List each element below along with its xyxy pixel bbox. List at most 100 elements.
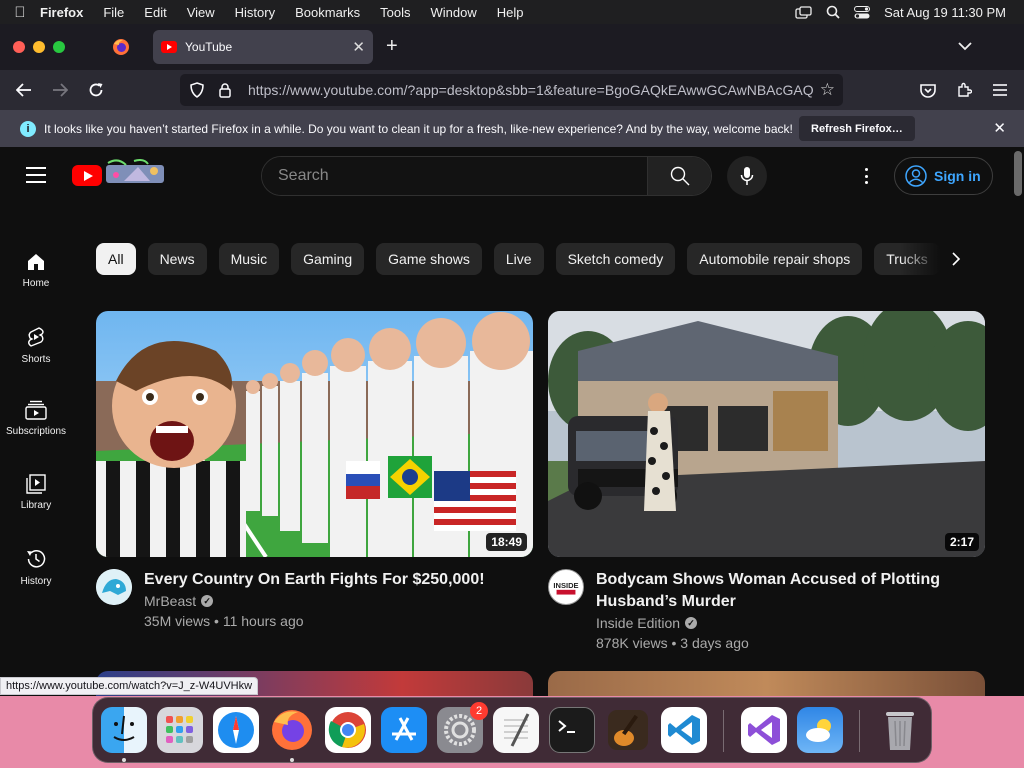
sidebar-item-label: Subscriptions	[5, 426, 67, 437]
window-controls	[0, 41, 65, 53]
video-metadata: 35M views • 11 hours ago	[144, 613, 304, 629]
firefox-dock-icon[interactable]	[269, 707, 315, 753]
apple-menu-icon[interactable]: 	[0, 4, 40, 21]
garageband-icon[interactable]	[605, 707, 651, 753]
chip-live[interactable]: Live	[493, 243, 544, 275]
chip-all[interactable]: All	[96, 243, 136, 275]
guide-menu-icon[interactable]	[26, 167, 46, 183]
menubar-clock[interactable]: Sat Aug 19 11:30 PM	[884, 5, 1006, 20]
zoom-window-button[interactable]	[53, 41, 65, 53]
video-thumbnail-partial[interactable]	[548, 671, 985, 696]
visual-studio-icon[interactable]	[741, 707, 787, 753]
control-center-icon[interactable]	[854, 5, 871, 19]
address-bar[interactable]: https://www.youtube.com/?app=desktop&sbb…	[180, 74, 843, 106]
video-title[interactable]: Bodycam Shows Woman Accused of Plotting …	[596, 569, 985, 613]
sidebar-item-label: History	[20, 576, 52, 587]
textedit-icon[interactable]	[493, 707, 539, 753]
sidebar-item-library[interactable]: Library	[0, 464, 72, 538]
youtube-favicon-icon	[161, 41, 177, 53]
tab-youtube[interactable]: YouTube ✕	[153, 30, 373, 64]
channel-avatar[interactable]	[96, 569, 132, 605]
sidebar-item-history[interactable]: History	[0, 538, 72, 612]
sidebar-item-home[interactable]: Home	[0, 242, 72, 316]
list-all-tabs-icon[interactable]	[958, 38, 972, 56]
url-text[interactable]: https://www.youtube.com/?app=desktop&sbb…	[248, 82, 818, 98]
channel-name-row[interactable]: MrBeast ✓	[144, 593, 533, 609]
sign-in-label: Sign in	[934, 168, 981, 184]
youtube-doodle-logo[interactable]	[104, 159, 168, 187]
chip-automobile-repair-shops[interactable]: Automobile repair shops	[687, 243, 863, 275]
menu-view[interactable]: View	[177, 5, 225, 20]
video-title[interactable]: Every Country On Earth Fights For $250,0…	[144, 569, 533, 591]
chip-gaming[interactable]: Gaming	[291, 243, 365, 275]
launchpad-icon[interactable]	[157, 707, 203, 753]
chip-music[interactable]: Music	[218, 243, 280, 275]
video-thumbnail[interactable]: 2:17	[548, 311, 985, 557]
terminal-icon[interactable]	[549, 707, 595, 753]
pocket-icon[interactable]	[918, 80, 938, 100]
menu-window[interactable]: Window	[421, 5, 487, 20]
notification-text: It looks like you haven’t started Firefo…	[44, 121, 793, 136]
chip-sketch-comedy[interactable]: Sketch comedy	[555, 243, 676, 275]
screen-mirroring-icon[interactable]	[795, 5, 812, 19]
sidebar-item-subscriptions[interactable]: Subscriptions	[0, 390, 72, 464]
firefox-window: YouTube ✕ + https://www.youtube.com/?app…	[0, 24, 1024, 696]
channel-name[interactable]: Inside Edition	[596, 615, 680, 631]
thumbnail-image	[548, 311, 985, 557]
weather-icon[interactable]	[797, 707, 843, 753]
menu-file[interactable]: File	[93, 5, 134, 20]
menu-bookmarks[interactable]: Bookmarks	[285, 5, 370, 20]
sign-in-button[interactable]: Sign in	[894, 157, 993, 195]
app-menu[interactable]: Firefox	[40, 5, 93, 20]
extensions-icon[interactable]	[954, 80, 974, 100]
back-button[interactable]	[14, 80, 34, 100]
safari-icon[interactable]	[213, 707, 259, 753]
chip-news[interactable]: News	[147, 243, 207, 275]
firefox-pinned-tab-icon[interactable]	[111, 37, 131, 57]
video-thumbnail[interactable]: 18:49	[96, 311, 533, 557]
video-card[interactable]: 2:17 INSIDE Bodycam Shows Woman Accused …	[548, 311, 985, 651]
refresh-firefox-button[interactable]: Refresh Firefox…	[799, 116, 915, 141]
search-button[interactable]	[647, 157, 711, 195]
channel-name[interactable]: MrBeast	[144, 593, 196, 609]
menu-help[interactable]: Help	[487, 5, 534, 20]
chip-game-shows[interactable]: Game shows	[376, 243, 482, 275]
video-card[interactable]: 18:49 Every Country On Earth Fights For …	[96, 311, 533, 629]
sidebar-item-shorts[interactable]: Shorts	[0, 316, 72, 390]
app-store-icon[interactable]	[381, 707, 427, 753]
trash-icon[interactable]	[877, 707, 923, 753]
video-views: 878K views	[596, 635, 668, 651]
close-window-button[interactable]	[13, 41, 25, 53]
search-input[interactable]	[262, 157, 647, 195]
minimize-window-button[interactable]	[33, 41, 45, 53]
voice-search-button[interactable]	[727, 156, 767, 196]
menu-history[interactable]: History	[225, 5, 285, 20]
chrome-icon[interactable]	[325, 707, 371, 753]
channel-avatar[interactable]: INSIDE	[548, 569, 584, 605]
close-tab-icon[interactable]: ✕	[352, 38, 365, 56]
lock-icon[interactable]	[214, 79, 236, 101]
new-tab-button[interactable]: +	[386, 36, 398, 56]
vscode-icon[interactable]	[661, 707, 707, 753]
app-menu-hamburger-icon[interactable]	[990, 80, 1010, 100]
tracking-protection-shield-icon[interactable]	[186, 79, 208, 101]
shorts-icon	[28, 327, 44, 347]
url-host: https://www.youtube.com	[248, 82, 404, 98]
youtube-logo-icon[interactable]	[72, 165, 102, 186]
system-settings-icon[interactable]: 2	[437, 702, 488, 753]
menu-edit[interactable]: Edit	[134, 5, 176, 20]
spotlight-icon[interactable]	[826, 5, 840, 19]
page-scrollbar[interactable]	[1014, 151, 1022, 196]
settings-more-icon[interactable]	[856, 166, 876, 186]
channel-name-row[interactable]: Inside Edition ✓	[596, 615, 985, 631]
forward-button[interactable]	[50, 80, 70, 100]
mrbeast-avatar-icon	[96, 569, 132, 605]
close-notification-icon[interactable]: ✕	[993, 119, 1006, 137]
thumbnail-image	[96, 311, 533, 557]
finder-icon[interactable]	[101, 707, 147, 753]
bookmark-star-icon[interactable]: ☆	[820, 80, 835, 100]
reload-button[interactable]	[86, 80, 106, 100]
chip-scroll-right-icon[interactable]	[944, 247, 968, 271]
verified-check-icon: ✓	[201, 595, 214, 607]
menu-tools[interactable]: Tools	[370, 5, 420, 20]
